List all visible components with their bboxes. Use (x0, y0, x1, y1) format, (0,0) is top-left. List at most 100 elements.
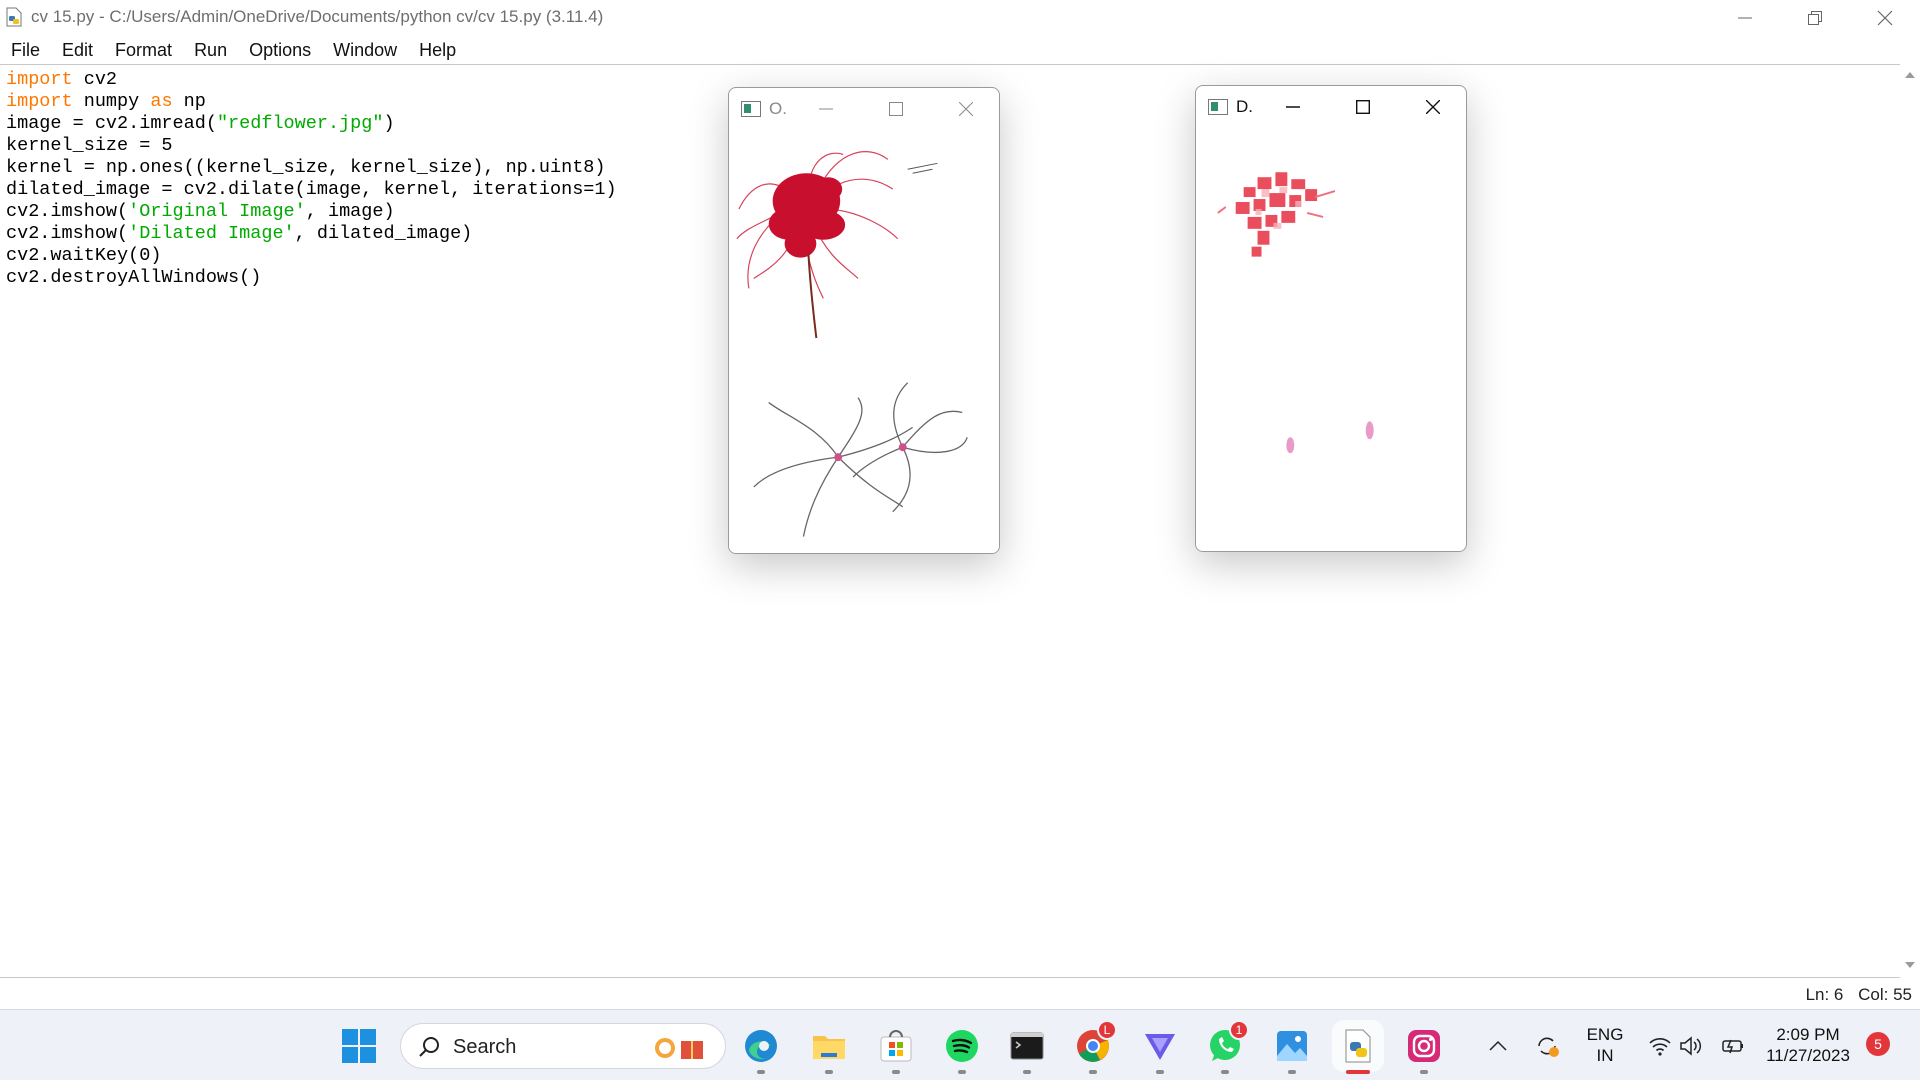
dilated-minimize-button[interactable] (1278, 92, 1308, 122)
running-indicator (1346, 1070, 1370, 1074)
taskbar-app-python-idle[interactable] (1338, 1026, 1378, 1074)
code-token: image = cv2.imread( (6, 113, 217, 134)
menu-help[interactable]: Help (419, 40, 456, 61)
code-token: , dilated_image) (294, 223, 473, 244)
code-line[interactable]: cv2.imshow('Dilated Image', dilated_imag… (6, 223, 617, 245)
code-token: dilated_image = cv2.dilate(image, kernel… (6, 179, 617, 200)
maximize-icon (1356, 100, 1370, 114)
minimize-icon (1738, 17, 1752, 19)
clock-date: 11/27/2023 (1766, 1046, 1850, 1065)
spotify-icon (946, 1030, 978, 1062)
app-badge: L (1097, 1020, 1117, 1040)
code-line[interactable]: image = cv2.imread("redflower.jpg") (6, 113, 617, 135)
instagram-icon (1408, 1030, 1440, 1062)
taskbar-app-photos[interactable] (1272, 1026, 1312, 1074)
taskbar-app-vpn[interactable] (1140, 1026, 1180, 1074)
column-number: Col: 55 (1858, 985, 1912, 1004)
code-line[interactable]: import numpy as np (6, 91, 617, 113)
python-file-icon (6, 7, 22, 27)
code-keyword: import (6, 91, 73, 112)
menu-edit[interactable]: Edit (62, 40, 93, 61)
running-indicator (1221, 1070, 1229, 1074)
running-indicator (1156, 1070, 1164, 1074)
code-token: ) (383, 113, 395, 134)
close-button[interactable] (1850, 0, 1920, 36)
code-string: "redflower.jpg" (216, 113, 384, 134)
menu-format[interactable]: Format (115, 40, 172, 61)
language-indicator[interactable]: ENG IN (1580, 1024, 1630, 1066)
dilated-window-titlebar[interactable]: D. (1196, 86, 1466, 126)
code-token: cv2.imshow( (6, 223, 129, 244)
code-token: cv2.destroyAllWindows() (6, 267, 262, 288)
code-line[interactable]: cv2.waitKey(0) (6, 245, 617, 267)
status-bar: Ln: 6 Col: 55 (0, 978, 1920, 1009)
speaker-icon (1680, 1036, 1702, 1056)
battery-button[interactable] (1718, 1026, 1748, 1066)
minimize-button[interactable] (1710, 0, 1780, 36)
dilated-close-button[interactable] (1418, 92, 1448, 122)
close-icon (959, 102, 973, 116)
volume-button[interactable] (1676, 1026, 1706, 1066)
start-button[interactable] (339, 1026, 379, 1066)
taskbar-app-whatsapp[interactable]: 1 (1205, 1020, 1249, 1074)
code-line[interactable]: import cv2 (6, 69, 617, 91)
opencv-window-icon (1208, 99, 1228, 115)
original-close-button[interactable] (951, 94, 981, 124)
original-minimize-button[interactable] (811, 94, 841, 124)
dilated-window-title: D. (1236, 97, 1253, 116)
close-icon (1426, 100, 1440, 114)
scroll-down-icon[interactable] (1905, 960, 1915, 970)
taskbar-app-chrome[interactable]: L (1073, 1020, 1117, 1074)
scroll-up-icon[interactable] (1905, 70, 1915, 80)
code-text[interactable]: import cv2 import numpy as np image = cv2.… (6, 69, 617, 289)
menu-options[interactable]: Options (249, 40, 311, 61)
taskbar-app-edge[interactable] (741, 1026, 781, 1074)
running-indicator (1023, 1070, 1031, 1074)
show-hidden-icons-button[interactable] (1480, 1026, 1516, 1066)
dilated-maximize-button[interactable] (1348, 92, 1378, 122)
code-line[interactable]: dilated_image = cv2.dilate(image, kernel… (6, 179, 617, 201)
code-token: kernel_size = 5 (6, 135, 173, 156)
taskbar-app-terminal[interactable] (1007, 1026, 1047, 1074)
wifi-button[interactable] (1645, 1026, 1675, 1066)
original-maximize-button[interactable] (881, 94, 911, 124)
opencv-window-icon (741, 101, 761, 117)
running-indicator (1420, 1070, 1428, 1074)
taskbar-app-microsoft-store[interactable] (876, 1026, 916, 1074)
sync-status-button[interactable] (1527, 1026, 1567, 1066)
original-window-titlebar[interactable]: O. (729, 88, 999, 128)
taskbar-app-file-explorer[interactable] (809, 1026, 849, 1074)
dilated-image-window[interactable]: D. (1195, 85, 1467, 552)
language-code: ENG (1586, 1025, 1624, 1044)
original-image-window[interactable]: O. (728, 87, 1000, 554)
clock[interactable]: 2:09 PM 11/27/2023 (1760, 1024, 1856, 1066)
menu-file[interactable]: File (11, 40, 40, 61)
running-indicator (1089, 1070, 1097, 1074)
close-icon (1877, 10, 1893, 26)
code-line[interactable]: cv2.imshow('Original Image', image) (6, 201, 617, 223)
vpn-icon (1145, 1034, 1175, 1060)
vertical-scrollbar[interactable] (1900, 64, 1920, 978)
code-token: , image) (305, 201, 395, 222)
notification-badge[interactable]: 5 (1866, 1032, 1890, 1056)
taskbar-app-spotify[interactable] (942, 1026, 982, 1074)
code-token: cv2.waitKey(0) (6, 245, 162, 266)
code-line[interactable]: kernel = np.ones((kernel_size, kernel_si… (6, 157, 617, 179)
minimize-icon (819, 108, 833, 110)
running-indicator (958, 1070, 966, 1074)
taskbar-app-instagram[interactable] (1404, 1026, 1444, 1074)
code-line[interactable]: cv2.destroyAllWindows() (6, 267, 617, 289)
restore-button[interactable] (1780, 0, 1850, 36)
code-token: numpy (72, 91, 151, 112)
wifi-icon (1649, 1038, 1671, 1056)
search-icon (419, 1037, 439, 1057)
microsoft-store-icon (880, 1030, 912, 1062)
taskbar-search[interactable]: Search (400, 1023, 726, 1069)
code-string: 'Original Image' (128, 201, 306, 222)
original-window-title: O. (769, 99, 787, 118)
code-string: 'Dilated Image' (128, 223, 295, 244)
code-keyword: import (6, 69, 73, 90)
menu-window[interactable]: Window (333, 40, 397, 61)
code-line[interactable]: kernel_size = 5 (6, 135, 617, 157)
menu-run[interactable]: Run (194, 40, 227, 61)
